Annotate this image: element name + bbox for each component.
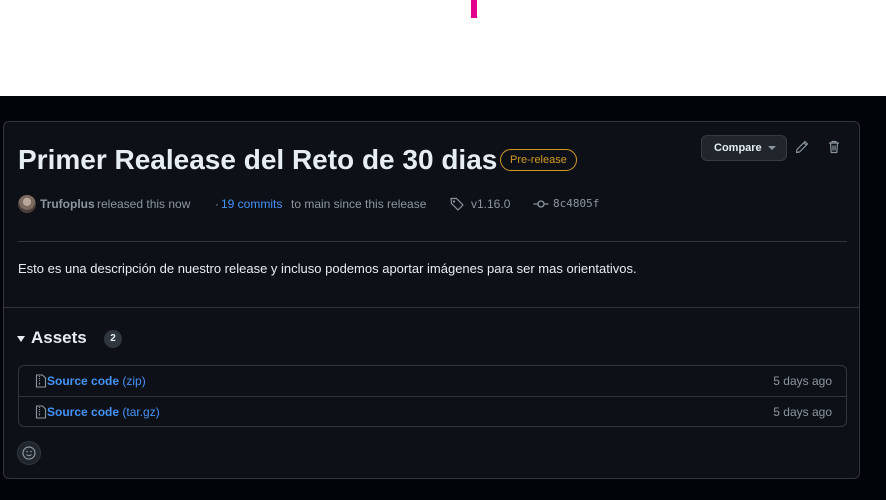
release-description: Esto es una descripción de nuestro relea… bbox=[18, 261, 637, 276]
asset-link-zip[interactable]: Source code (zip) bbox=[47, 374, 146, 388]
asset-name: Source code bbox=[47, 405, 120, 419]
released-text: released this now bbox=[97, 197, 191, 211]
file-zip-icon bbox=[35, 374, 47, 388]
commit-icon bbox=[533, 200, 549, 208]
avatar[interactable] bbox=[18, 195, 36, 213]
asset-ext: (tar.gz) bbox=[122, 405, 160, 419]
release-card: Primer Realease del Reto de 30 dias Pre-… bbox=[3, 121, 860, 479]
compare-label: Compare bbox=[714, 142, 762, 154]
tag-icon bbox=[450, 197, 464, 211]
commit-sha-link[interactable]: 8c4805f bbox=[553, 197, 599, 210]
tag-link[interactable]: v1.16.0 bbox=[471, 197, 510, 211]
since-text: to main since this release bbox=[291, 197, 427, 211]
author-link[interactable]: Trufoplus bbox=[40, 197, 95, 211]
trash-icon[interactable] bbox=[826, 139, 846, 159]
divider bbox=[4, 307, 859, 308]
add-reaction-button[interactable] bbox=[17, 441, 41, 465]
asset-date: 5 days ago bbox=[773, 374, 832, 388]
chevron-down-icon bbox=[768, 146, 776, 150]
divider bbox=[18, 241, 847, 242]
asset-name: Source code bbox=[47, 374, 120, 388]
release-meta: Trufoplus released this now · 19 commits… bbox=[18, 195, 848, 215]
file-zip-icon bbox=[35, 405, 47, 419]
triangle-down-icon bbox=[17, 336, 25, 342]
separator-dot: · bbox=[215, 197, 219, 211]
pencil-icon[interactable] bbox=[794, 139, 814, 159]
assets-count-badge: 2 bbox=[104, 330, 122, 348]
asset-ext: (zip) bbox=[122, 374, 146, 388]
asset-row: Source code (zip) 5 days ago bbox=[19, 366, 846, 397]
release-title[interactable]: Primer Realease del Reto de 30 dias bbox=[18, 142, 497, 178]
pre-release-badge: Pre-release bbox=[500, 149, 577, 171]
page-top-area bbox=[0, 0, 886, 96]
compare-button[interactable]: Compare bbox=[701, 135, 787, 161]
asset-link-targz[interactable]: Source code (tar.gz) bbox=[47, 405, 160, 419]
assets-list: Source code (zip) 5 days ago Source code… bbox=[18, 365, 847, 427]
asset-date: 5 days ago bbox=[773, 405, 832, 419]
smiley-icon bbox=[22, 446, 36, 460]
asset-row: Source code (tar.gz) 5 days ago bbox=[19, 397, 846, 427]
assets-heading: Assets bbox=[31, 328, 87, 347]
commits-link[interactable]: 19 commits bbox=[221, 197, 282, 211]
pink-accent-mark bbox=[471, 0, 477, 18]
